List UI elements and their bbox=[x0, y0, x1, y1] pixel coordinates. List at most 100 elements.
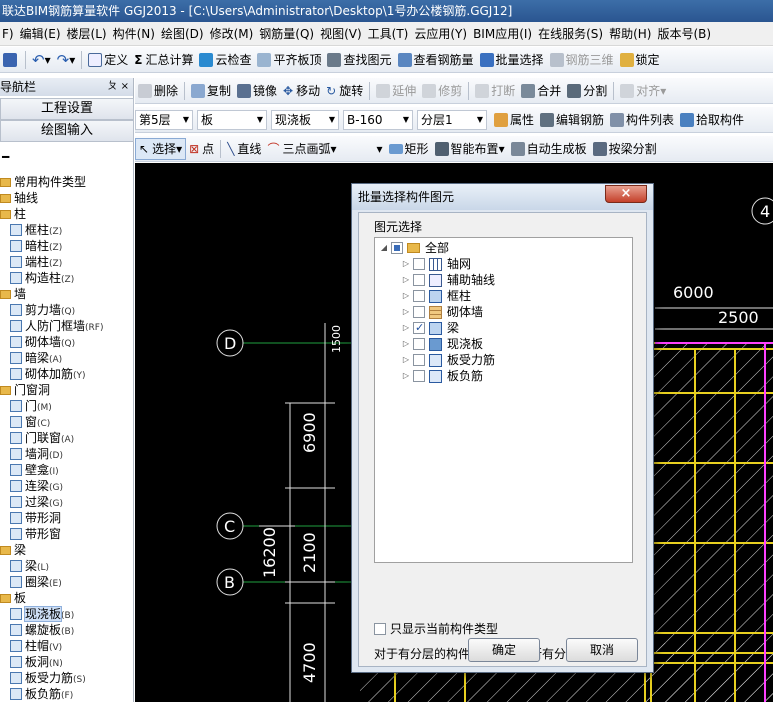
tree-item-checkbox[interactable] bbox=[413, 320, 425, 336]
tree-item-checkbox[interactable] bbox=[413, 370, 425, 382]
sidebar-item[interactable]: 窗(C) bbox=[10, 414, 50, 430]
tree-root-all[interactable]: ◢ 全部 bbox=[379, 240, 449, 256]
rebar-3d-button[interactable]: 钢筋三维 bbox=[547, 49, 617, 71]
sidebar-item[interactable]: 墙洞(D) bbox=[10, 446, 63, 462]
layer-select[interactable]: 分层1 ▼ bbox=[417, 109, 487, 130]
member-list-button[interactable]: 构件列表 bbox=[607, 109, 677, 131]
tree-item-checkbox[interactable] bbox=[413, 306, 425, 318]
menu-item-10[interactable]: BIM应用(I) bbox=[471, 22, 536, 45]
menu-item-8[interactable]: 工具(T) bbox=[366, 22, 413, 45]
redo-button[interactable]: ↷ ▾ bbox=[54, 49, 79, 71]
tree-item[interactable]: ▷梁 bbox=[401, 320, 459, 336]
sidebar-item[interactable]: 暗梁(A) bbox=[10, 350, 62, 366]
tree-item-checkbox[interactable] bbox=[413, 338, 425, 350]
menu-item-3[interactable]: 构件(N) bbox=[111, 22, 159, 45]
undo-button[interactable]: ↶ ▾ bbox=[29, 49, 54, 71]
sidebar-item[interactable]: 砌体加筋(Y) bbox=[10, 366, 86, 382]
expand-icon[interactable]: ▷ bbox=[401, 288, 411, 304]
cloud-check-button[interactable]: 云检查 bbox=[196, 49, 254, 71]
sidebar-item[interactable]: 剪力墙(Q) bbox=[10, 302, 75, 318]
delete-button[interactable]: 删除 bbox=[135, 80, 181, 102]
menu-item-4[interactable]: 绘图(D) bbox=[159, 22, 208, 45]
trim-button[interactable]: 修剪 bbox=[419, 80, 465, 102]
expand-icon[interactable]: ▷ bbox=[401, 256, 411, 272]
menu-item-5[interactable]: 修改(M) bbox=[208, 22, 258, 45]
sidebar-item[interactable]: 人防门框墙(RF) bbox=[10, 318, 103, 334]
copy-button[interactable]: 复制 bbox=[188, 80, 234, 102]
floor-select[interactable]: 第5层 ▼ bbox=[135, 109, 193, 130]
expand-icon[interactable]: ▷ bbox=[401, 336, 411, 352]
menu-item-11[interactable]: 在线服务(S) bbox=[536, 22, 607, 45]
break-button[interactable]: 打断 bbox=[472, 80, 518, 102]
sidebar-item[interactable]: 门(M) bbox=[10, 398, 52, 414]
expand-icon[interactable]: ▷ bbox=[401, 272, 411, 288]
sidebar-item[interactable]: 板洞(N) bbox=[10, 654, 63, 670]
properties-button[interactable]: 属性 bbox=[491, 109, 537, 131]
menu-item-7[interactable]: 视图(V) bbox=[318, 22, 366, 45]
root-checkbox[interactable] bbox=[391, 242, 403, 254]
sidebar-item[interactable]: 砌体墙(Q) bbox=[10, 334, 75, 350]
sidebar-item[interactable]: 板负筋(F) bbox=[10, 686, 73, 702]
tree-item-checkbox[interactable] bbox=[413, 258, 425, 270]
tree-item[interactable]: ▷ 板负筋 bbox=[401, 368, 483, 384]
menu-item-13[interactable]: 版本号(B) bbox=[655, 22, 715, 45]
mirror-button[interactable]: 镜像 bbox=[234, 80, 280, 102]
rotate-button[interactable]: ↻ 旋转 bbox=[323, 80, 366, 102]
level-top-button[interactable]: 平齐板顶 bbox=[254, 49, 324, 71]
tree-item-checkbox[interactable] bbox=[413, 354, 425, 366]
sidebar-item[interactable]: 门联窗(A) bbox=[10, 430, 74, 446]
type-select[interactable]: 现浇板 ▼ bbox=[271, 109, 339, 130]
tree-item[interactable]: ▷ 辅助轴线 bbox=[401, 272, 495, 288]
sidebar-item[interactable]: 构造柱(Z) bbox=[10, 270, 74, 286]
sidebar-item[interactable]: 螺旋板(B) bbox=[10, 622, 74, 638]
category-select[interactable]: 板 ▼ bbox=[197, 109, 267, 130]
tree-item[interactable]: ▷ 现浇板 bbox=[401, 336, 483, 352]
smart-layout-button[interactable]: 智能布置 ▾ bbox=[432, 138, 508, 160]
line-tool-button[interactable]: ╲ 直线 bbox=[224, 138, 264, 160]
nav-pin-close[interactable]: ㄆ × bbox=[107, 78, 129, 96]
sidebar-item[interactable]: 连梁(G) bbox=[10, 478, 63, 494]
sidebar-item[interactable]: 暗柱(Z) bbox=[10, 238, 62, 254]
edit-rebar-button[interactable]: 编辑钢筋 bbox=[537, 109, 607, 131]
sidebar-item[interactable]: 带形洞 bbox=[10, 510, 61, 526]
batch-select-button[interactable]: 批量选择 bbox=[477, 49, 547, 71]
ok-button[interactable]: 确定 bbox=[468, 638, 540, 662]
select-tool-button[interactable]: ↖ 选择 ▾ bbox=[135, 137, 187, 160]
sidebar-item[interactable]: 梁 bbox=[0, 542, 26, 558]
sidebar-item[interactable]: 梁(L) bbox=[10, 558, 49, 574]
expand-icon[interactable]: ▷ bbox=[401, 304, 411, 320]
arc-tool-button[interactable]: ⌒ 三点画弧 ▾ bbox=[264, 138, 339, 160]
sidebar-item[interactable]: 门窗洞 bbox=[0, 382, 50, 398]
rect-tool-button[interactable]: 矩形 bbox=[386, 138, 432, 160]
menu-item-0[interactable]: F) bbox=[0, 22, 18, 45]
menu-item-1[interactable]: 编辑(E) bbox=[18, 22, 65, 45]
sidebar-item[interactable]: 端柱(Z) bbox=[10, 254, 62, 270]
project-settings-button[interactable]: 工程设置 bbox=[0, 98, 134, 120]
sum-calc-button[interactable]: Σ 汇总计算 bbox=[131, 49, 196, 71]
find-element-button[interactable]: 查找图元 bbox=[324, 49, 394, 71]
tree-item-checkbox[interactable] bbox=[413, 274, 425, 286]
tree-item[interactable]: ▷ 砌体墙 bbox=[401, 304, 483, 320]
sidebar-item[interactable]: 壁龛(I) bbox=[10, 462, 59, 478]
point-tool-button[interactable]: ⊠ 点 bbox=[186, 138, 217, 160]
sidebar-item[interactable]: 轴线 bbox=[0, 190, 38, 206]
dialog-close-button[interactable]: × bbox=[605, 185, 647, 203]
sidebar-item[interactable]: 圈梁(E) bbox=[10, 574, 62, 590]
only-current-type-checkbox[interactable] bbox=[374, 622, 386, 635]
move-button[interactable]: ✥ 移动 bbox=[280, 80, 323, 102]
split-button[interactable]: 分割 bbox=[564, 80, 610, 102]
expand-icon[interactable]: ▷ bbox=[401, 320, 411, 336]
tree-item-checkbox[interactable] bbox=[413, 290, 425, 302]
menu-item-6[interactable]: 钢筋量(Q) bbox=[257, 22, 318, 45]
sidebar-item[interactable]: 板 bbox=[0, 590, 26, 606]
save-button[interactable] bbox=[0, 49, 22, 71]
tree-item[interactable]: ▷ 轴网 bbox=[401, 256, 471, 272]
sidebar-item[interactable]: 过梁(G) bbox=[10, 494, 63, 510]
sidebar-item[interactable]: 带形窗 bbox=[10, 526, 61, 542]
split-by-beam-button[interactable]: 按梁分割 bbox=[590, 138, 660, 160]
sidebar-item[interactable]: 柱帽(V) bbox=[10, 638, 62, 654]
sidebar-item[interactable]: 现浇板(B) bbox=[10, 606, 74, 622]
member-select[interactable]: B-160 ▼ bbox=[343, 109, 413, 130]
menu-item-2[interactable]: 楼层(L) bbox=[65, 22, 111, 45]
only-current-type-option[interactable]: 只显示当前构件类型 bbox=[374, 620, 498, 637]
